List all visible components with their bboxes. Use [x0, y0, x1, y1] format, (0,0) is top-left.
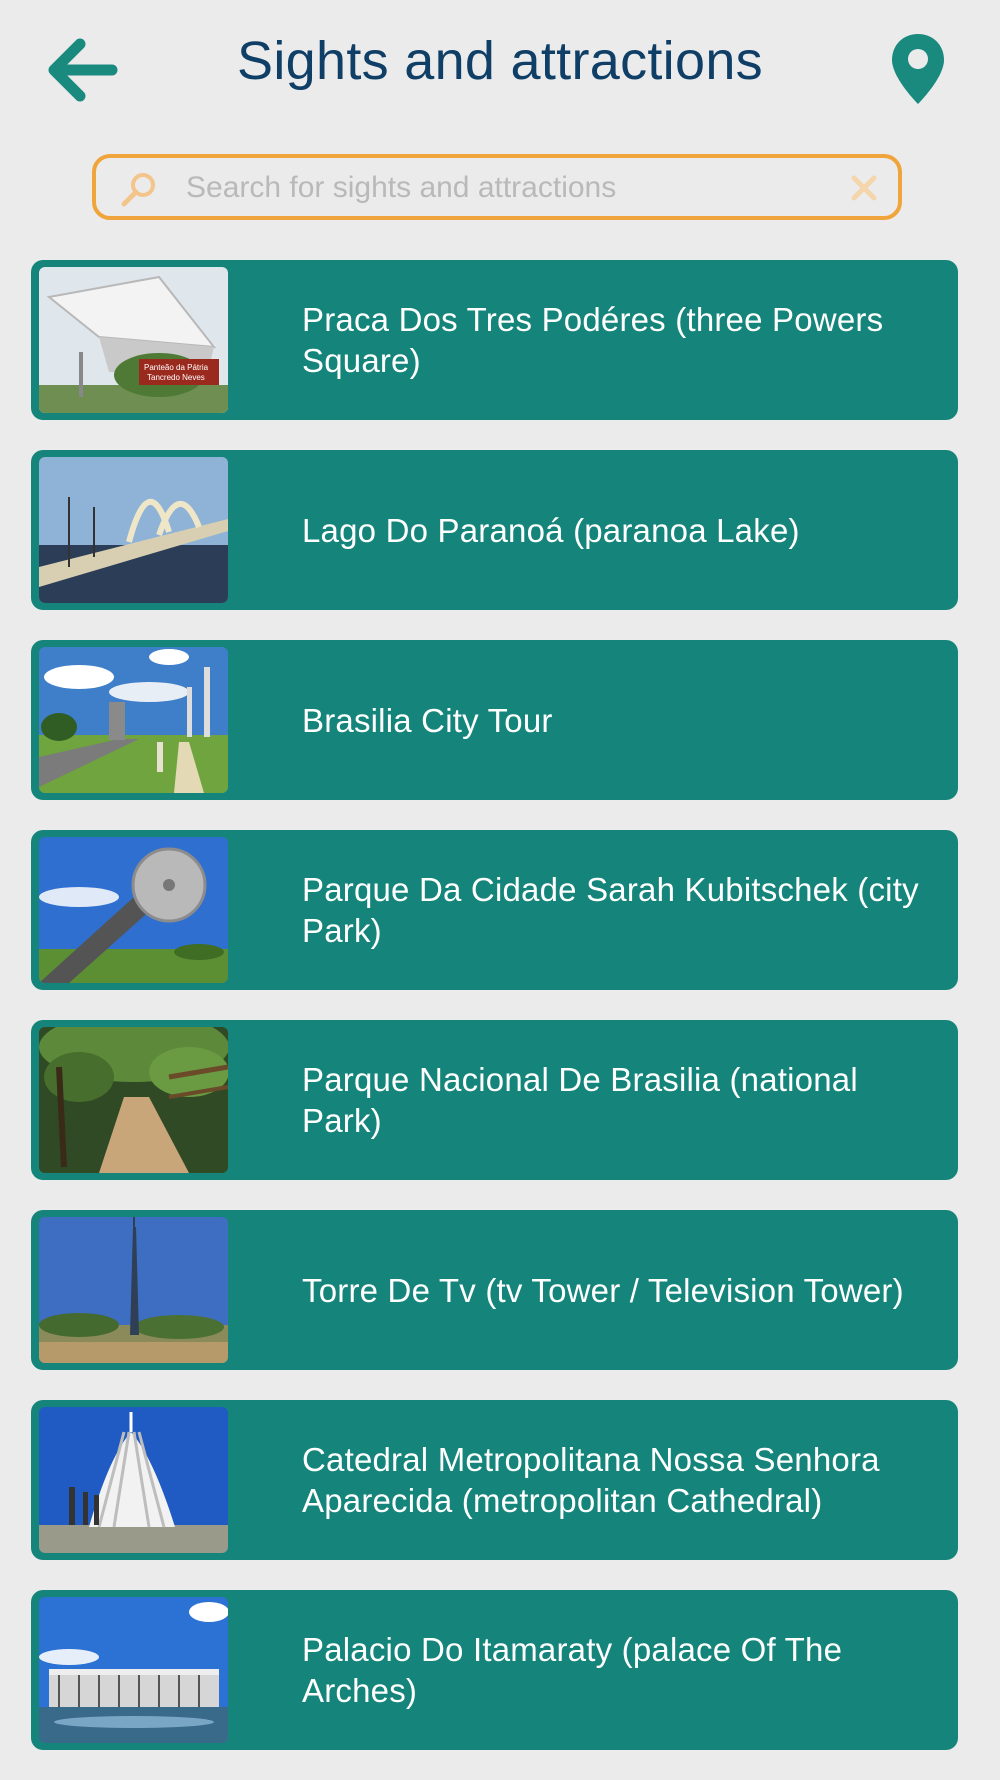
- svg-text:Tancredo Neves: Tancredo Neves: [147, 373, 205, 382]
- search-input[interactable]: [184, 164, 828, 212]
- item-label: Praca Dos Tres Podéres (three Powers Squ…: [302, 301, 884, 379]
- thumbnail-image: [39, 837, 228, 983]
- svg-text:Panteão da Pátria: Panteão da Pátria: [144, 363, 209, 372]
- item-label: Parque Nacional De Brasilia (national Pa…: [302, 1061, 858, 1139]
- thumbnail-image: [39, 1407, 228, 1553]
- item-label: Brasilia City Tour: [302, 701, 553, 739]
- page-title: Sights and attractions: [237, 31, 763, 91]
- list-item[interactable]: Parque Nacional De Brasilia (national Pa…: [31, 1020, 958, 1180]
- list-item[interactable]: Torre De Tv (tv Tower / Television Tower…: [31, 1210, 958, 1370]
- map-button[interactable]: [890, 32, 946, 108]
- magnifier-icon: [121, 173, 155, 207]
- thumbnail-image: [39, 1597, 228, 1743]
- map-pin-icon: [892, 34, 944, 104]
- item-label: Torre De Tv (tv Tower / Television Tower…: [302, 1271, 904, 1309]
- app-header: Sights and attractions: [0, 0, 1000, 140]
- item-label: Catedral Metropolitana Nossa Senhora Apa…: [302, 1441, 880, 1519]
- item-label: Lago Do Paranoá (paranoa Lake): [302, 511, 800, 549]
- thumbnail-image: [39, 1027, 228, 1173]
- attractions-list: Panteão da Pátria Tancredo Neves Praca D…: [31, 260, 958, 1780]
- thumbnail-image: [39, 457, 228, 603]
- list-item[interactable]: Panteão da Pátria Tancredo Neves Praca D…: [31, 260, 958, 420]
- thumbnail-image: [39, 1217, 228, 1363]
- thumbnail-image: [39, 647, 228, 793]
- list-item[interactable]: Brasilia City Tour: [31, 640, 958, 800]
- list-item[interactable]: Parque Da Cidade Sarah Kubitschek (city …: [31, 830, 958, 990]
- list-item[interactable]: Palacio Do Itamaraty (palace Of The Arch…: [31, 1590, 958, 1750]
- search-bar: [92, 154, 902, 220]
- thumbnail-image: Panteão da Pátria Tancredo Neves: [39, 267, 228, 413]
- list-item[interactable]: Catedral Metropolitana Nossa Senhora Apa…: [31, 1400, 958, 1560]
- list-item[interactable]: Lago Do Paranoá (paranoa Lake): [31, 450, 958, 610]
- item-label: Parque Da Cidade Sarah Kubitschek (city …: [302, 871, 919, 949]
- item-label: Palacio Do Itamaraty (palace Of The Arch…: [302, 1631, 843, 1709]
- close-icon[interactable]: [848, 172, 880, 204]
